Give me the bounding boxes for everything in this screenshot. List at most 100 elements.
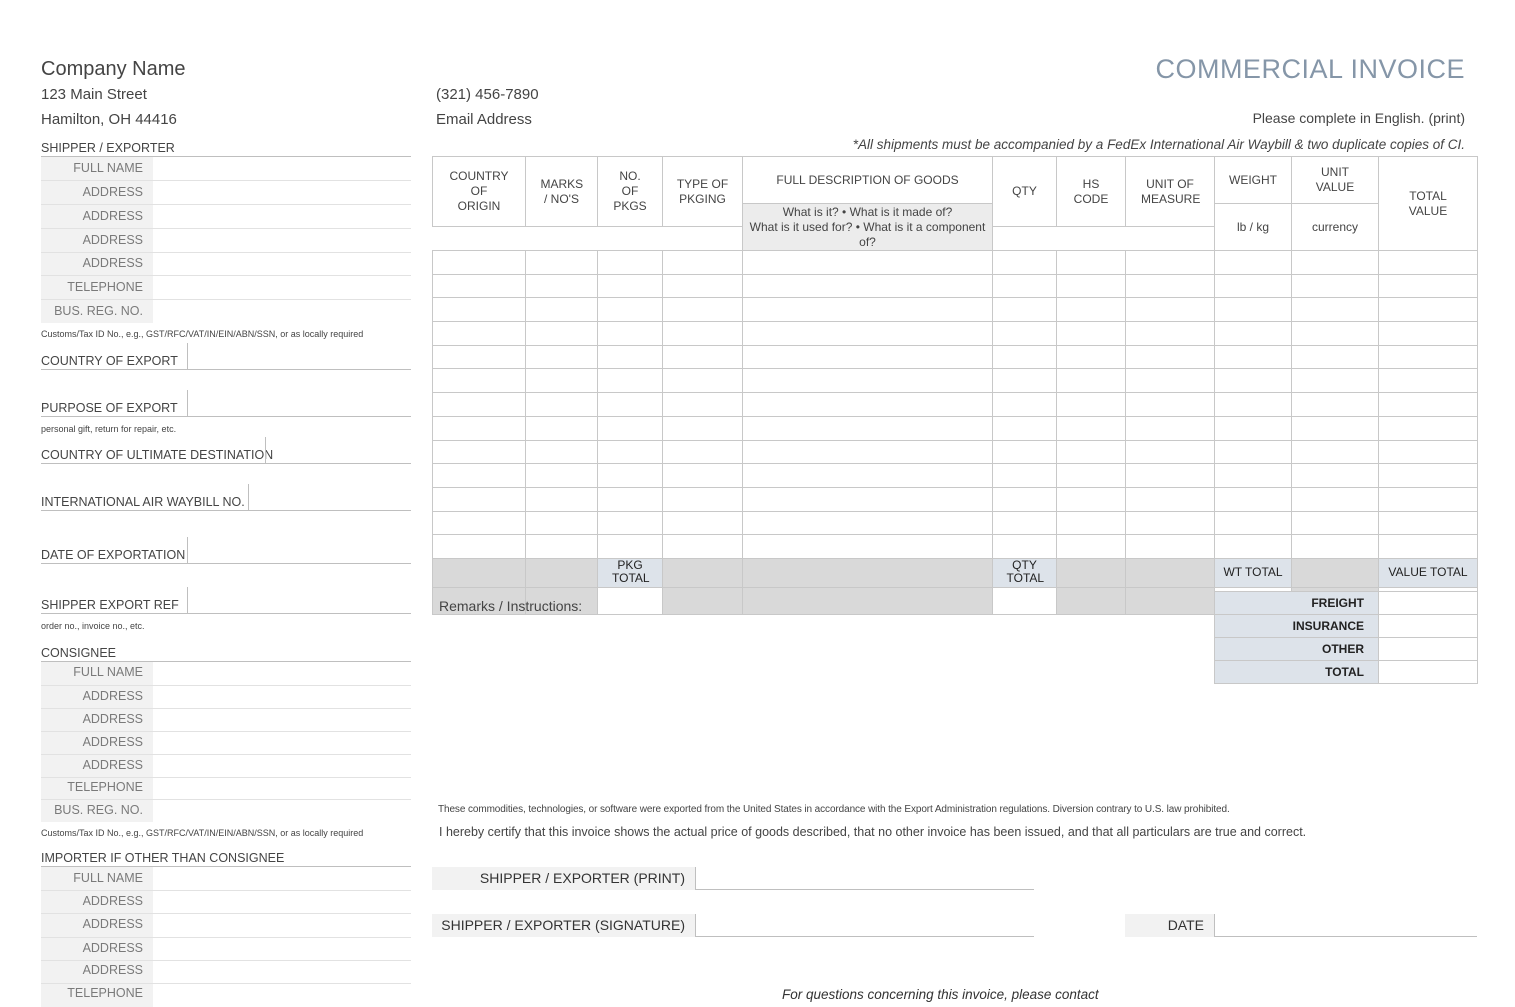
table-cell[interactable] — [992, 415, 1057, 441]
table-cell[interactable] — [742, 463, 993, 488]
table-cell[interactable] — [992, 392, 1057, 417]
table-cell[interactable] — [597, 534, 663, 559]
table-cell[interactable] — [597, 439, 663, 465]
table-cell[interactable] — [662, 392, 743, 417]
table-cell[interactable] — [1214, 344, 1292, 370]
table-cell[interactable] — [1056, 486, 1126, 512]
table-cell[interactable] — [1378, 415, 1478, 441]
table-cell[interactable] — [1378, 250, 1478, 275]
table-cell[interactable] — [1056, 250, 1126, 275]
table-cell[interactable] — [1378, 510, 1478, 536]
table-cell[interactable] — [525, 250, 598, 275]
table-cell[interactable] — [1291, 250, 1379, 275]
table-cell[interactable] — [742, 439, 993, 465]
table-cell[interactable] — [1125, 510, 1215, 536]
table-cell[interactable] — [992, 297, 1057, 323]
table-cell[interactable] — [1214, 321, 1292, 346]
table-cell[interactable] — [1125, 250, 1215, 275]
table-cell[interactable] — [525, 415, 598, 441]
table-cell[interactable] — [1214, 439, 1292, 465]
table-cell[interactable] — [597, 486, 663, 512]
table-cell[interactable] — [1125, 415, 1215, 441]
table-cell[interactable] — [1056, 321, 1126, 346]
table-cell[interactable] — [432, 510, 526, 536]
table-cell[interactable] — [1291, 415, 1379, 441]
table-cell[interactable] — [742, 250, 993, 275]
table-cell[interactable] — [992, 534, 1057, 559]
pkg-total-value[interactable] — [597, 586, 663, 615]
table-cell[interactable] — [1378, 344, 1478, 370]
insurance-value[interactable] — [1378, 614, 1478, 638]
table-cell[interactable] — [1214, 486, 1292, 512]
table-cell[interactable] — [742, 273, 993, 299]
table-cell[interactable] — [742, 344, 993, 370]
table-cell[interactable] — [1125, 297, 1215, 323]
table-cell[interactable] — [1056, 273, 1126, 299]
table-cell[interactable] — [1056, 510, 1126, 536]
table-cell[interactable] — [432, 368, 526, 394]
table-cell[interactable] — [662, 534, 743, 559]
table-cell[interactable] — [525, 297, 598, 323]
table-cell[interactable] — [992, 510, 1057, 536]
table-cell[interactable] — [992, 486, 1057, 512]
table-cell[interactable] — [662, 439, 743, 465]
table-cell[interactable] — [597, 273, 663, 299]
table-cell[interactable] — [1378, 439, 1478, 465]
table-cell[interactable] — [1214, 463, 1292, 488]
table-cell[interactable] — [432, 534, 526, 559]
table-cell[interactable] — [597, 415, 663, 441]
table-cell[interactable] — [1291, 273, 1379, 299]
table-cell[interactable] — [1056, 463, 1126, 488]
table-cell[interactable] — [662, 368, 743, 394]
table-cell[interactable] — [742, 486, 993, 512]
table-cell[interactable] — [742, 510, 993, 536]
shipper-signature-field[interactable]: SHIPPER / EXPORTER (SIGNATURE) — [432, 914, 1034, 937]
table-cell[interactable] — [525, 392, 598, 417]
date-of-exportation-field[interactable]: DATE OF EXPORTATION — [41, 535, 411, 564]
table-cell[interactable] — [1378, 321, 1478, 346]
table-cell[interactable] — [1125, 321, 1215, 346]
table-cell[interactable] — [1214, 273, 1292, 299]
table-cell[interactable] — [597, 250, 663, 275]
table-cell[interactable] — [992, 250, 1057, 275]
table-cell[interactable] — [662, 321, 743, 346]
table-cell[interactable] — [1125, 273, 1215, 299]
table-cell[interactable] — [742, 392, 993, 417]
table-cell[interactable] — [432, 273, 526, 299]
table-cell[interactable] — [992, 439, 1057, 465]
table-cell[interactable] — [1291, 486, 1379, 512]
table-cell[interactable] — [992, 273, 1057, 299]
table-cell[interactable] — [742, 534, 993, 559]
table-cell[interactable] — [1214, 415, 1292, 441]
table-cell[interactable] — [662, 415, 743, 441]
table-cell[interactable] — [1378, 392, 1478, 417]
table-cell[interactable] — [432, 321, 526, 346]
table-cell[interactable] — [742, 368, 993, 394]
table-cell[interactable] — [1056, 297, 1126, 323]
table-cell[interactable] — [597, 392, 663, 417]
table-cell[interactable] — [1056, 439, 1126, 465]
other-value[interactable] — [1378, 637, 1478, 661]
table-cell[interactable] — [525, 344, 598, 370]
date-field[interactable]: DATE — [1125, 914, 1477, 937]
table-cell[interactable] — [1291, 321, 1379, 346]
table-cell[interactable] — [432, 486, 526, 512]
table-cell[interactable] — [662, 486, 743, 512]
table-cell[interactable] — [525, 510, 598, 536]
table-cell[interactable] — [992, 321, 1057, 346]
table-cell[interactable] — [1378, 297, 1478, 323]
table-cell[interactable] — [1056, 392, 1126, 417]
table-cell[interactable] — [1214, 534, 1292, 559]
freight-value[interactable] — [1378, 591, 1478, 615]
table-cell[interactable] — [992, 463, 1057, 488]
table-cell[interactable] — [597, 321, 663, 346]
table-cell[interactable] — [992, 344, 1057, 370]
table-cell[interactable] — [432, 392, 526, 417]
table-cell[interactable] — [1291, 297, 1379, 323]
table-cell[interactable] — [1291, 439, 1379, 465]
table-cell[interactable] — [1291, 463, 1379, 488]
table-cell[interactable] — [1125, 463, 1215, 488]
table-cell[interactable] — [432, 463, 526, 488]
table-cell[interactable] — [1214, 392, 1292, 417]
table-cell[interactable] — [1378, 463, 1478, 488]
